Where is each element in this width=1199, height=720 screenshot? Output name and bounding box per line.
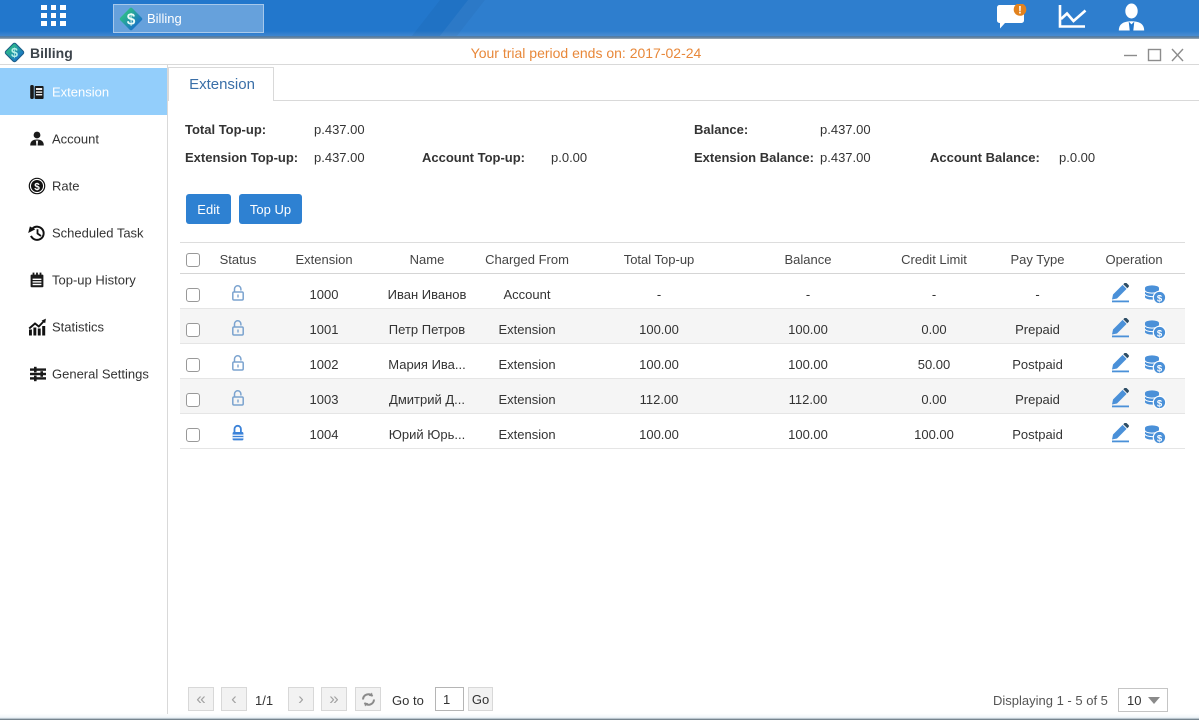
- svg-text:$: $: [1157, 433, 1163, 444]
- svg-text:$: $: [1157, 363, 1163, 374]
- svg-text:$: $: [1157, 398, 1163, 409]
- svg-text:!: !: [1018, 5, 1022, 17]
- svg-text:$: $: [1157, 328, 1163, 339]
- svg-text:$: $: [1157, 293, 1163, 304]
- svg-text:$: $: [127, 12, 136, 29]
- svg-text:$: $: [34, 181, 40, 192]
